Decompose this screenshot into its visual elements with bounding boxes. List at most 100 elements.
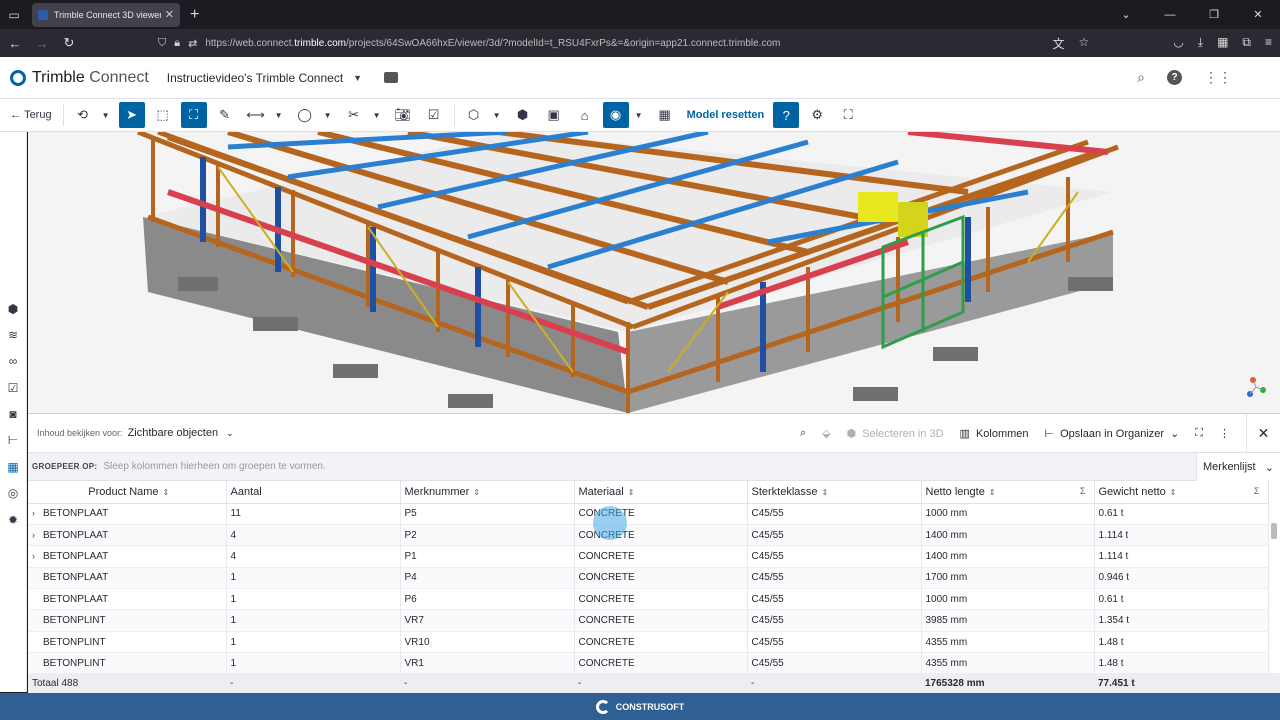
table-cell[interactable]: C45/55 [747,545,922,568]
tree-icon[interactable]: ⊢ [6,433,20,447]
close-tab-icon[interactable]: ✕ [165,8,174,21]
table-row[interactable]: BETONPLINT 1 VR7 CONCRETE C45/55 3985 mm 1.35… [28,609,1269,632]
search-icon[interactable]: ⌕ [1137,69,1145,86]
sort-icon[interactable]: ⇕ [163,488,170,497]
project-name[interactable]: Instructievideo's Trimble Connect [167,71,343,85]
table-cell[interactable]: 1 [226,631,401,654]
table-cell[interactable]: 1700 mm [921,567,1095,590]
clip-scissors-icon[interactable]: ✂ [341,102,367,128]
table-row[interactable]: ›BETONPLAAT 11P5CONCRETEC45/551000 mm0.6… [28,503,1269,525]
table-cell[interactable]: 1.48 t [1094,652,1269,675]
shape-dropdown-icon[interactable]: ▼ [323,102,333,128]
table-row[interactable]: BETONPLINT 1 VR10 CONCRETE C45/55 4355 mm 1.4… [28,631,1269,654]
table-cell[interactable]: 1.48 t [1094,631,1269,654]
table-cell[interactable]: CONCRETE [574,545,748,568]
view-content-dropdown[interactable]: Zichtbare objecten [128,427,219,439]
table-cell[interactable]: C45/55 [747,503,922,525]
sort-icon[interactable]: ⇕ [473,488,480,497]
close-panel-icon[interactable]: ✕ [1246,414,1280,453]
table-cell[interactable]: 0.61 t [1094,588,1269,611]
help-icon[interactable]: ? [1167,70,1182,85]
table-cell[interactable]: C45/55 [747,588,922,611]
todo-icon[interactable]: ☑ [6,381,20,395]
expand-icon[interactable]: ⛶ [1195,427,1203,440]
table-cell[interactable]: P1 [400,545,575,568]
sum-icon[interactable]: Σ [1080,486,1086,496]
measure-icon[interactable]: ⟷ [243,102,269,128]
map-icon[interactable]: ◎ [6,486,20,500]
table-cell[interactable]: 4 [226,524,401,547]
table-cell[interactable]: BETONPLAAT [28,588,227,611]
project-dropdown-icon[interactable]: ▼ [353,73,362,83]
fullscreen-icon[interactable]: ⛶ [835,102,861,128]
table-cell[interactable]: 1000 mm [921,588,1095,611]
table-cell[interactable]: P6 [400,588,575,611]
col-header-merknummer[interactable]: Merknummer ⇕ [400,481,575,504]
download-icon[interactable]: ⤓ [1198,35,1203,52]
table-cell[interactable]: P5 [400,503,575,525]
table-scrollbar[interactable] [1269,509,1278,671]
3d-viewer-canvas[interactable] [28,132,1280,413]
qr-icon[interactable]: ▦ [1217,35,1228,52]
sort-icon[interactable]: ⇕ [628,488,635,497]
table-cell[interactable]: C45/55 [747,524,922,547]
table-cell[interactable]: 1 [226,652,401,675]
table-cell[interactable]: 11 [226,503,401,525]
ghost-icon[interactable]: ▣ [541,102,567,128]
table-cell[interactable]: C45/55 [747,609,922,632]
table-row[interactable]: BETONPLAAT 1 P6 CONCRETE C45/55 1000 mm 0.61 … [28,588,1269,611]
select-in-3d-button[interactable]: ⬢ Selecteren in 3D [847,427,944,441]
link-icon[interactable]: ∞ [6,354,20,368]
menu-icon[interactable]: ≡ [1265,35,1272,52]
sort-icon[interactable]: ⇕ [1170,488,1177,497]
table-cell[interactable]: 1.114 t [1094,524,1269,547]
table-cell[interactable]: C45/55 [747,652,922,675]
translate-icon[interactable]: 文 [1052,35,1064,52]
table-cell[interactable]: BETONPLAAT [28,567,227,590]
bookmark-star-icon[interactable]: ☆ [1079,35,1090,52]
table-row[interactable]: BETONPLAAT 1 P4 CONCRETE C45/55 1700 mm 0.946… [28,567,1269,590]
table-row[interactable]: ›BETONPLAAT 4P2CONCRETEC45/551400 mm1.11… [28,524,1269,547]
calculator-icon[interactable]: ▦ [652,102,678,128]
minimize-icon[interactable]: — [1148,0,1192,29]
paint-bucket-icon[interactable]: ⬙ [822,427,830,440]
back-button[interactable]: ← Terug [6,102,56,128]
table-cell[interactable]: 1.354 t [1094,609,1269,632]
restore-icon[interactable]: ❐ [1192,0,1236,29]
visibility-eye-icon[interactable]: ◉ [602,102,629,128]
orbit-dropdown-icon[interactable]: ▼ [101,102,111,128]
fit-to-view-icon[interactable]: ⛶ [180,102,207,128]
table-cell[interactable]: VR10 [400,631,575,654]
table-cell[interactable]: BETONPLINT [28,609,227,632]
group-by-bar[interactable]: GROEPEER OP: Sleep kolommen hierheen om … [28,453,1280,481]
table-cell[interactable]: › BETONPLAAT [28,545,227,568]
table-cell[interactable]: 1 [226,588,401,611]
models-cube-icon[interactable]: ⬢ [6,302,20,316]
sum-icon[interactable]: Σ [1254,486,1260,496]
box-select-icon[interactable]: ⬚ [150,102,176,128]
col-header-product-name[interactable]: Product Name ⇕ [28,481,227,504]
col-header-aantal[interactable]: Aantal [226,481,401,504]
table-cell[interactable]: › BETONPLAAT [28,503,227,525]
todo-clipboard-icon[interactable]: ☑ [421,102,447,128]
expand-chevron-icon[interactable]: › [32,530,43,540]
browser-tab[interactable]: Trimble Connect 3D viewer - In ✕ [32,2,180,27]
col-header-materiaal[interactable]: Materiaal ⇕ [574,481,748,504]
table-cell[interactable]: VR7 [400,609,575,632]
new-tab-icon[interactable]: + [190,6,199,24]
table-cell[interactable]: 0.946 t [1094,567,1269,590]
reload-icon[interactable]: ↻ [57,31,81,55]
expand-chevron-icon[interactable]: › [32,551,43,561]
table-cell[interactable]: CONCRETE [574,567,748,590]
table-cell[interactable]: P2 [400,524,575,547]
table-cell[interactable]: 3985 mm [921,609,1095,632]
markup-icon[interactable]: ✎ [212,102,238,128]
sort-icon[interactable]: ⇕ [822,488,829,497]
clip-dropdown-icon[interactable]: ▼ [372,102,382,128]
folder-icon[interactable] [384,72,399,83]
table-cell[interactable]: › BETONPLAAT [28,524,227,547]
table-cell[interactable]: 1400 mm [921,545,1095,568]
arch-icon[interactable]: ⌂ [572,102,598,128]
save-organizer-button[interactable]: ⊢ Opslaan in Organizer ⌄ [1045,427,1180,441]
table-cell[interactable]: 0.61 t [1094,503,1269,525]
